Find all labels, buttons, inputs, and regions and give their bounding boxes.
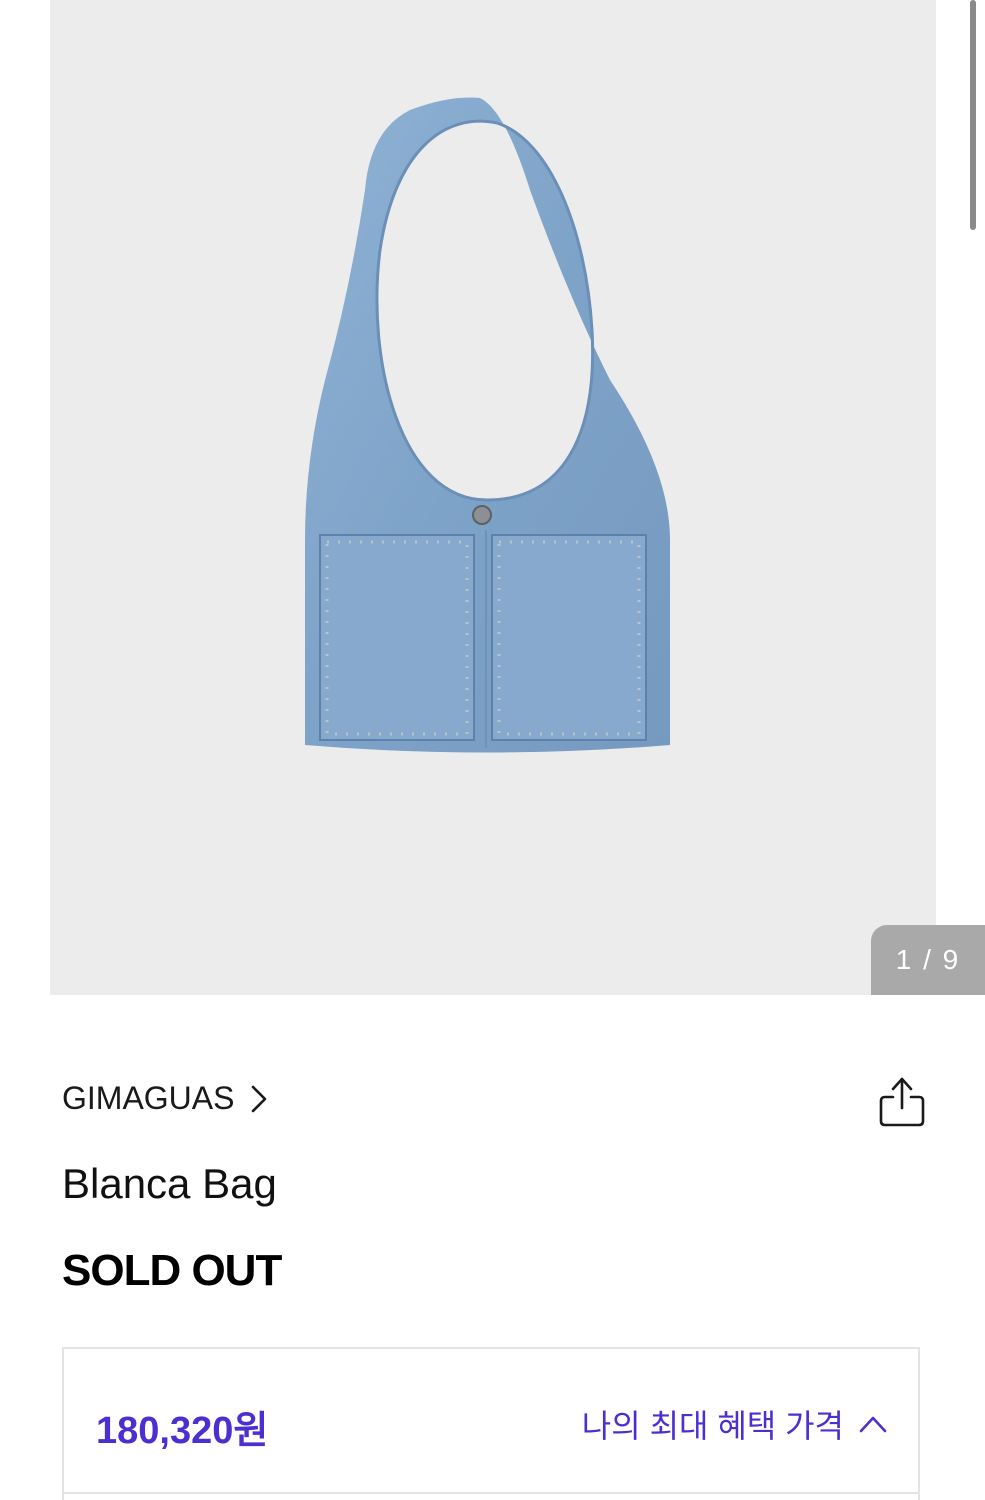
benefit-toggle-button[interactable]: 나의 최대 혜택 가격: [582, 1401, 888, 1447]
image-counter: 1 / 9: [871, 925, 985, 995]
sold-out-status: SOLD OUT: [62, 1246, 282, 1295]
scrollbar[interactable]: [970, 0, 976, 230]
chevron-right-icon: [250, 1084, 268, 1114]
brand-link[interactable]: GIMAGUAS: [62, 1080, 268, 1117]
divider: [64, 1492, 918, 1494]
benefit-toggle-label: 나의 최대 혜택 가격: [581, 1408, 844, 1444]
brand-name: GIMAGUAS: [62, 1080, 235, 1116]
benefit-price: 180,320원: [96, 1410, 269, 1452]
chevron-up-icon: [858, 1414, 888, 1434]
share-icon: [879, 1077, 925, 1127]
product-image: [305, 97, 670, 753]
product-page: 1 / 9 GIMAGUAS Blanca Bag SOLD OUT 180,3…: [0, 0, 985, 1500]
share-button[interactable]: [876, 1074, 928, 1130]
benefit-price-box: 180,320원 나의 최대 혜택 가격: [62, 1347, 920, 1500]
product-title: Blanca Bag: [62, 1160, 277, 1207]
product-image-gallery[interactable]: [50, 0, 936, 995]
